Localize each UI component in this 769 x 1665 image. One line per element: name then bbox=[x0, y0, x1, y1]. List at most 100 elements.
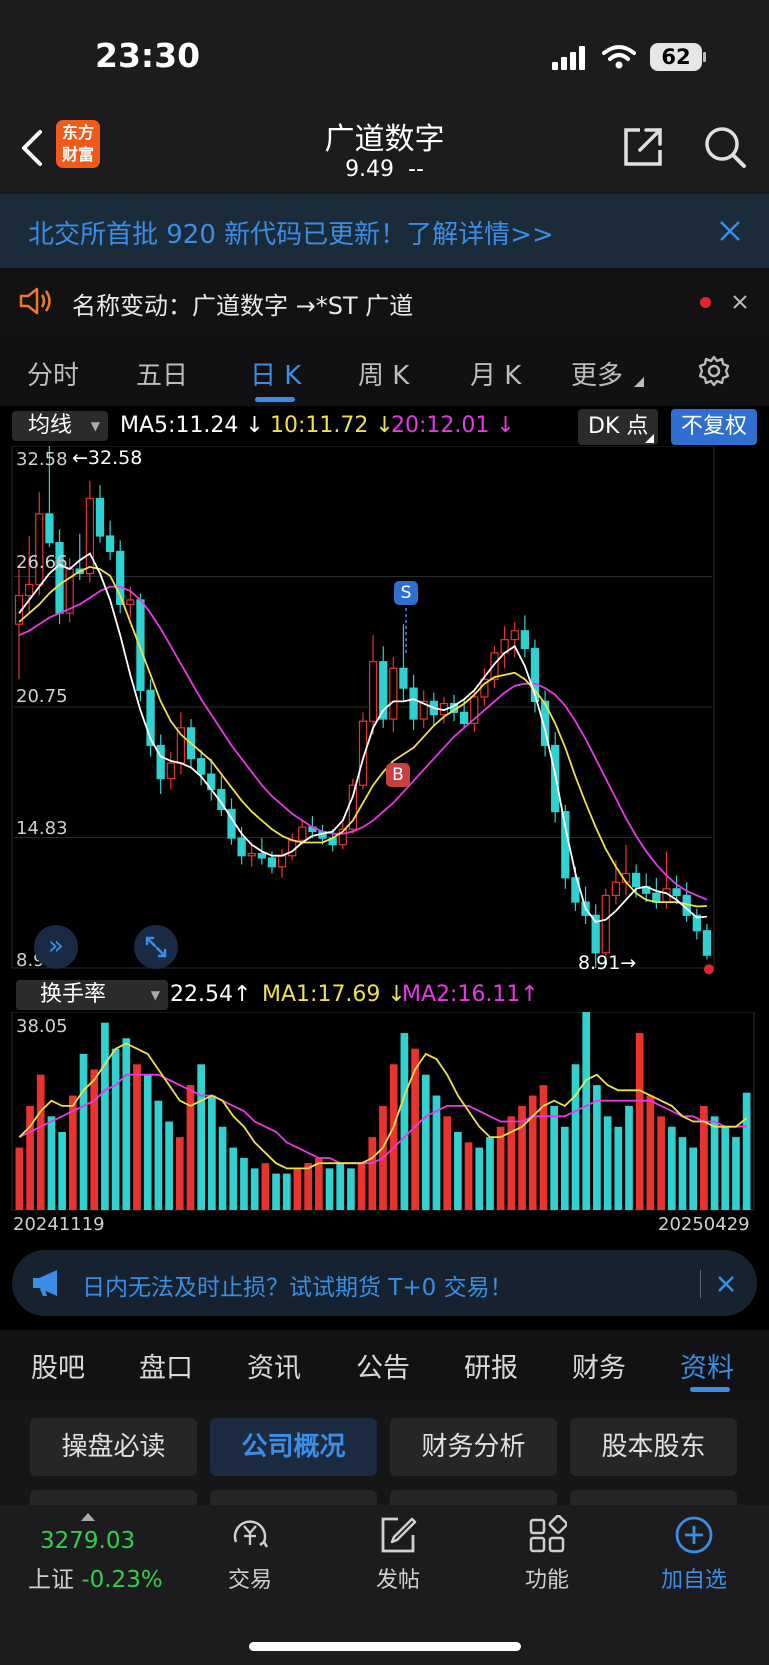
turnover-bar bbox=[101, 1022, 109, 1210]
buy-signal-badge[interactable]: B bbox=[386, 763, 410, 787]
turnover-bar bbox=[464, 1142, 473, 1210]
adjust-button[interactable]: 不复权 bbox=[671, 409, 758, 445]
candle bbox=[662, 851, 671, 909]
wifi-icon bbox=[602, 45, 636, 69]
speaker-icon bbox=[19, 287, 51, 315]
turnover-bar bbox=[325, 1168, 334, 1210]
section-trading-guide[interactable]: 操盘必读 bbox=[30, 1418, 197, 1476]
candle-body bbox=[520, 630, 529, 650]
candle-body bbox=[45, 513, 54, 544]
gear-icon[interactable] bbox=[697, 354, 731, 388]
share-icon[interactable] bbox=[620, 124, 666, 170]
turnover-bar bbox=[36, 1074, 45, 1210]
candle bbox=[25, 535, 34, 614]
candle-body bbox=[631, 872, 641, 888]
turnover-value: 22.54↑ bbox=[170, 982, 252, 1007]
post-icon[interactable] bbox=[378, 1515, 418, 1555]
candle-body bbox=[35, 513, 44, 586]
turnover-bar bbox=[218, 1126, 227, 1210]
tab-profile[interactable]: 资料 bbox=[680, 1346, 734, 1385]
candle bbox=[277, 849, 287, 878]
turnover-bar bbox=[496, 1126, 505, 1210]
min-annotation: 8.91→ bbox=[578, 952, 637, 974]
turnover-bar bbox=[443, 1116, 452, 1210]
section-financial-analysis[interactable]: 财务分析 bbox=[390, 1418, 557, 1476]
candle-body bbox=[197, 758, 206, 775]
turnover-chart[interactable] bbox=[0, 1012, 769, 1214]
ma-selector-label: 均线 bbox=[28, 413, 73, 438]
candle bbox=[35, 491, 44, 596]
arrow-down-icon: ↓ bbox=[245, 413, 264, 438]
search-icon[interactable] bbox=[702, 124, 748, 170]
turnover-bar bbox=[47, 1116, 56, 1210]
candlestick-chart[interactable] bbox=[0, 446, 769, 976]
candle-body bbox=[672, 888, 681, 897]
candle bbox=[409, 674, 418, 731]
turnover-bar bbox=[603, 1116, 612, 1210]
tab-order-book[interactable]: 盘口 bbox=[139, 1346, 193, 1385]
turnover-bar bbox=[314, 1157, 323, 1210]
candle bbox=[500, 626, 509, 669]
ma-selector[interactable]: 均线 ▼ bbox=[12, 411, 108, 441]
y-label-3: 20.75 bbox=[16, 686, 68, 707]
signal-icon bbox=[552, 46, 588, 70]
x-label-start: 20241119 bbox=[13, 1214, 105, 1235]
tab-monthly-k[interactable]: 月 K bbox=[470, 355, 521, 392]
turnover-ma1: MA1:17.69 ↓ bbox=[262, 982, 406, 1007]
post-label[interactable]: 发帖 bbox=[348, 1562, 448, 1594]
index-widget[interactable]: 3279.03 上证 -0.23% bbox=[20, 1528, 180, 1598]
ad-text[interactable]: 日内无法及时止损？试试期货 T+0 交易！ bbox=[82, 1268, 513, 1302]
ma5-label: MA5:11.24 ↓ bbox=[120, 413, 264, 438]
tab-more[interactable]: 更多 bbox=[571, 355, 623, 392]
turnover-selector[interactable]: 换手率 ▼ bbox=[16, 980, 168, 1010]
candle-body bbox=[389, 667, 398, 720]
notice-close-icon[interactable] bbox=[732, 294, 748, 310]
turnover-bar bbox=[272, 1173, 280, 1210]
turnover-bar bbox=[336, 1163, 345, 1210]
sell-signal-badge[interactable]: S bbox=[394, 581, 418, 605]
turnover-bar bbox=[646, 1095, 655, 1210]
functions-label[interactable]: 功能 bbox=[497, 1562, 597, 1594]
section-shareholders[interactable]: 股本股东 bbox=[570, 1418, 737, 1476]
index-name: 上证 bbox=[28, 1567, 74, 1593]
turnover-bar bbox=[58, 1131, 66, 1210]
trade-icon[interactable] bbox=[227, 1515, 273, 1555]
candle bbox=[621, 844, 631, 896]
add-watch-icon[interactable] bbox=[674, 1515, 714, 1555]
candle-body bbox=[368, 661, 378, 722]
candle bbox=[166, 752, 175, 790]
functions-icon[interactable] bbox=[527, 1515, 567, 1555]
turnover-bar bbox=[304, 1163, 312, 1210]
tab-news[interactable]: 资讯 bbox=[247, 1346, 301, 1385]
ad-close-icon[interactable] bbox=[717, 1275, 735, 1293]
turnover-bar bbox=[625, 1105, 633, 1210]
tab-weekly-k[interactable]: 周 K bbox=[358, 355, 409, 392]
tab-research[interactable]: 研报 bbox=[464, 1346, 518, 1385]
tab-daily-k[interactable]: 日 K bbox=[250, 355, 301, 392]
turnover-bar bbox=[614, 1126, 623, 1210]
banner-close-icon[interactable] bbox=[718, 219, 742, 243]
candle bbox=[105, 520, 115, 561]
banner-text[interactable]: 北交所首批 920 新代码已更新！了解详情>> bbox=[28, 214, 554, 251]
tab-forum[interactable]: 股吧 bbox=[31, 1346, 85, 1385]
turnover-bar bbox=[143, 1074, 152, 1210]
add-watch-label[interactable]: 加自选 bbox=[644, 1562, 744, 1594]
candle bbox=[389, 657, 398, 733]
candle-body bbox=[247, 852, 256, 857]
expand-left-button[interactable]: » bbox=[34, 925, 78, 969]
index-change: -0.23% bbox=[81, 1567, 163, 1593]
tab-five-day[interactable]: 五日 bbox=[136, 355, 188, 392]
section-company-overview[interactable]: 公司概况 bbox=[210, 1418, 377, 1476]
candle-body bbox=[510, 630, 519, 641]
trade-label[interactable]: 交易 bbox=[200, 1562, 300, 1594]
tab-announcements[interactable]: 公告 bbox=[356, 1346, 410, 1385]
caret-up-icon[interactable] bbox=[81, 1513, 95, 1521]
turnover-y-max: 38.05 bbox=[16, 1016, 68, 1037]
tab-intraday[interactable]: 分时 bbox=[27, 355, 79, 392]
fullscreen-button[interactable] bbox=[134, 925, 178, 969]
turnover-bar bbox=[133, 1064, 141, 1210]
turnover-bar bbox=[347, 1168, 355, 1210]
tab-finance[interactable]: 财务 bbox=[572, 1346, 626, 1385]
turnover-bar bbox=[250, 1168, 259, 1210]
turnover-bar bbox=[593, 1085, 601, 1210]
